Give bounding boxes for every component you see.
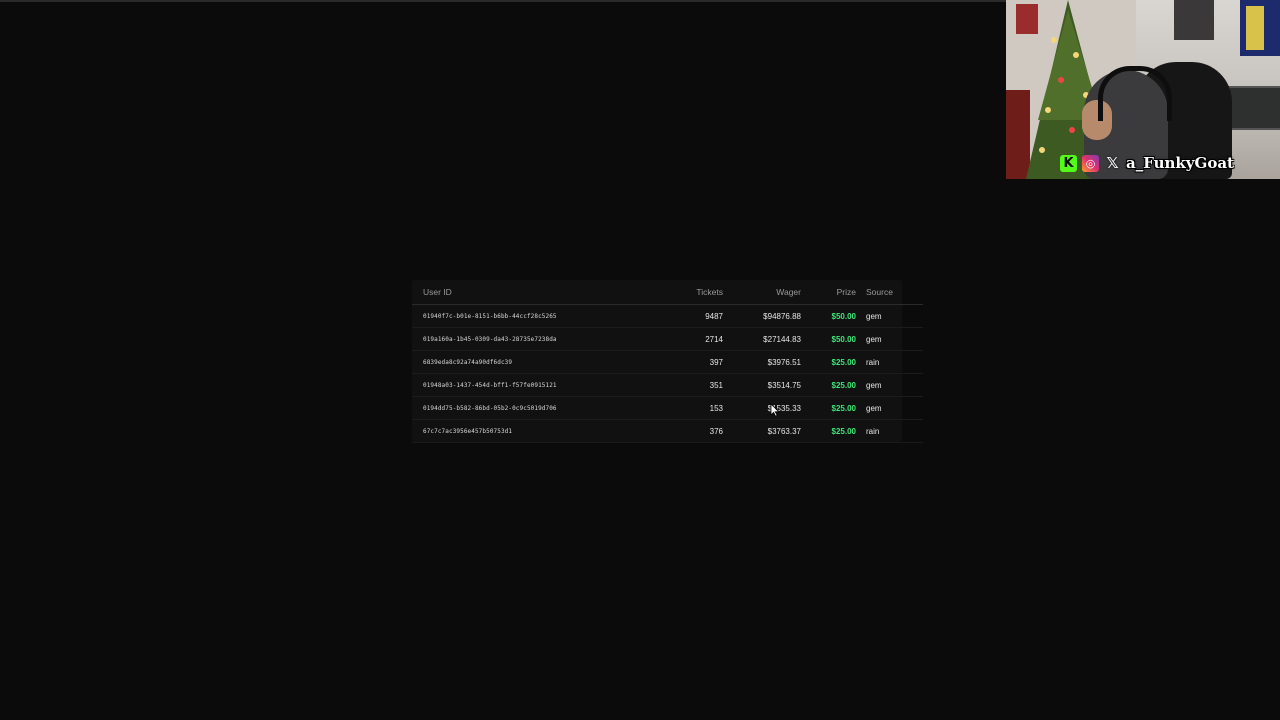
streamer-handle: a_FunkyGoat [1126, 154, 1234, 172]
winners-table: User ID Tickets Wager Prize Source 01940… [412, 280, 923, 443]
tickets-cell: 351 [685, 373, 723, 397]
wager-cell: $94876.88 [723, 304, 801, 328]
prize-cell: $50.00 [801, 327, 856, 351]
headset [1098, 66, 1172, 121]
column-header-user-id: User ID [412, 280, 685, 305]
kick-icon: K [1060, 154, 1077, 172]
wager-cell: $27144.83 [723, 327, 801, 351]
user-id-cell: 019a160a-1b45-0309-da43-28735e7238da [412, 327, 685, 351]
table-row: 0194dd75-b582-86bd-05b2-0c9c5019d706 153… [412, 396, 923, 420]
prize-cell: $50.00 [801, 304, 856, 328]
user-id-cell: 6839eda8c92a74a90df6dc39 [412, 350, 685, 374]
background-monitor [1228, 86, 1280, 130]
stream-frame: User ID Tickets Wager Prize Source 01940… [0, 0, 1280, 720]
source-cell: gem [856, 396, 923, 420]
user-id-cell: 0194dd75-b582-86bd-05b2-0c9c5019d706 [412, 396, 685, 420]
prize-cell: $25.00 [801, 350, 856, 374]
source-cell: gem [856, 327, 923, 351]
source-cell: gem [856, 373, 923, 397]
wager-cell: $3514.75 [723, 373, 801, 397]
prize-cell: $25.00 [801, 373, 856, 397]
acoustic-foam-panel [1174, 0, 1214, 40]
instagram-icon: ◎ [1082, 154, 1099, 172]
tickets-cell: 397 [685, 350, 723, 374]
column-header-wager: Wager [723, 280, 801, 305]
social-handle-bar: K ◎ 𝕏 a_FunkyGoat [1060, 152, 1234, 174]
source-cell: rain [856, 350, 923, 374]
table-row: 01940f7c-b01e-8151-b6bb-44ccf28c5265 948… [412, 304, 923, 328]
tickets-cell: 153 [685, 396, 723, 420]
prize-cell: $25.00 [801, 419, 856, 443]
tickets-cell: 2714 [685, 327, 723, 351]
source-cell: rain [856, 419, 923, 443]
column-header-prize: Prize [801, 280, 856, 305]
winners-table-panel: User ID Tickets Wager Prize Source 01940… [412, 280, 923, 443]
wager-cell: $3763.37 [723, 419, 801, 443]
top-divider [0, 0, 1006, 2]
wager-cell: $3976.51 [723, 350, 801, 374]
column-header-tickets: Tickets [685, 280, 723, 305]
tickets-cell: 9487 [685, 304, 723, 328]
webcam-overlay: K ◎ 𝕏 a_FunkyGoat [1006, 0, 1280, 179]
column-header-source: Source [856, 280, 923, 305]
x-icon: 𝕏 [1106, 154, 1119, 172]
mouse-cursor-icon [770, 403, 780, 417]
table-row: 67c7c7ac3956e457b50753d1 376 $3763.37 $2… [412, 419, 923, 443]
wager-cell: $1535.33 [723, 396, 801, 420]
source-cell: gem [856, 304, 923, 328]
table-row: 6839eda8c92a74a90df6dc39 397 $3976.51 $2… [412, 350, 923, 374]
table-header-row: User ID Tickets Wager Prize Source [412, 280, 923, 305]
user-id-cell: 67c7c7ac3956e457b50753d1 [412, 419, 685, 443]
wall-poster-graphic [1246, 6, 1264, 50]
user-id-cell: 01948a03-1437-454d-bff1-f57fe0915121 [412, 373, 685, 397]
prize-cell: $25.00 [801, 396, 856, 420]
table-row: 01948a03-1437-454d-bff1-f57fe0915121 351… [412, 373, 923, 397]
tickets-cell: 376 [685, 419, 723, 443]
user-id-cell: 01940f7c-b01e-8151-b6bb-44ccf28c5265 [412, 304, 685, 328]
table-row: 019a160a-1b45-0309-da43-28735e7238da 271… [412, 327, 923, 351]
